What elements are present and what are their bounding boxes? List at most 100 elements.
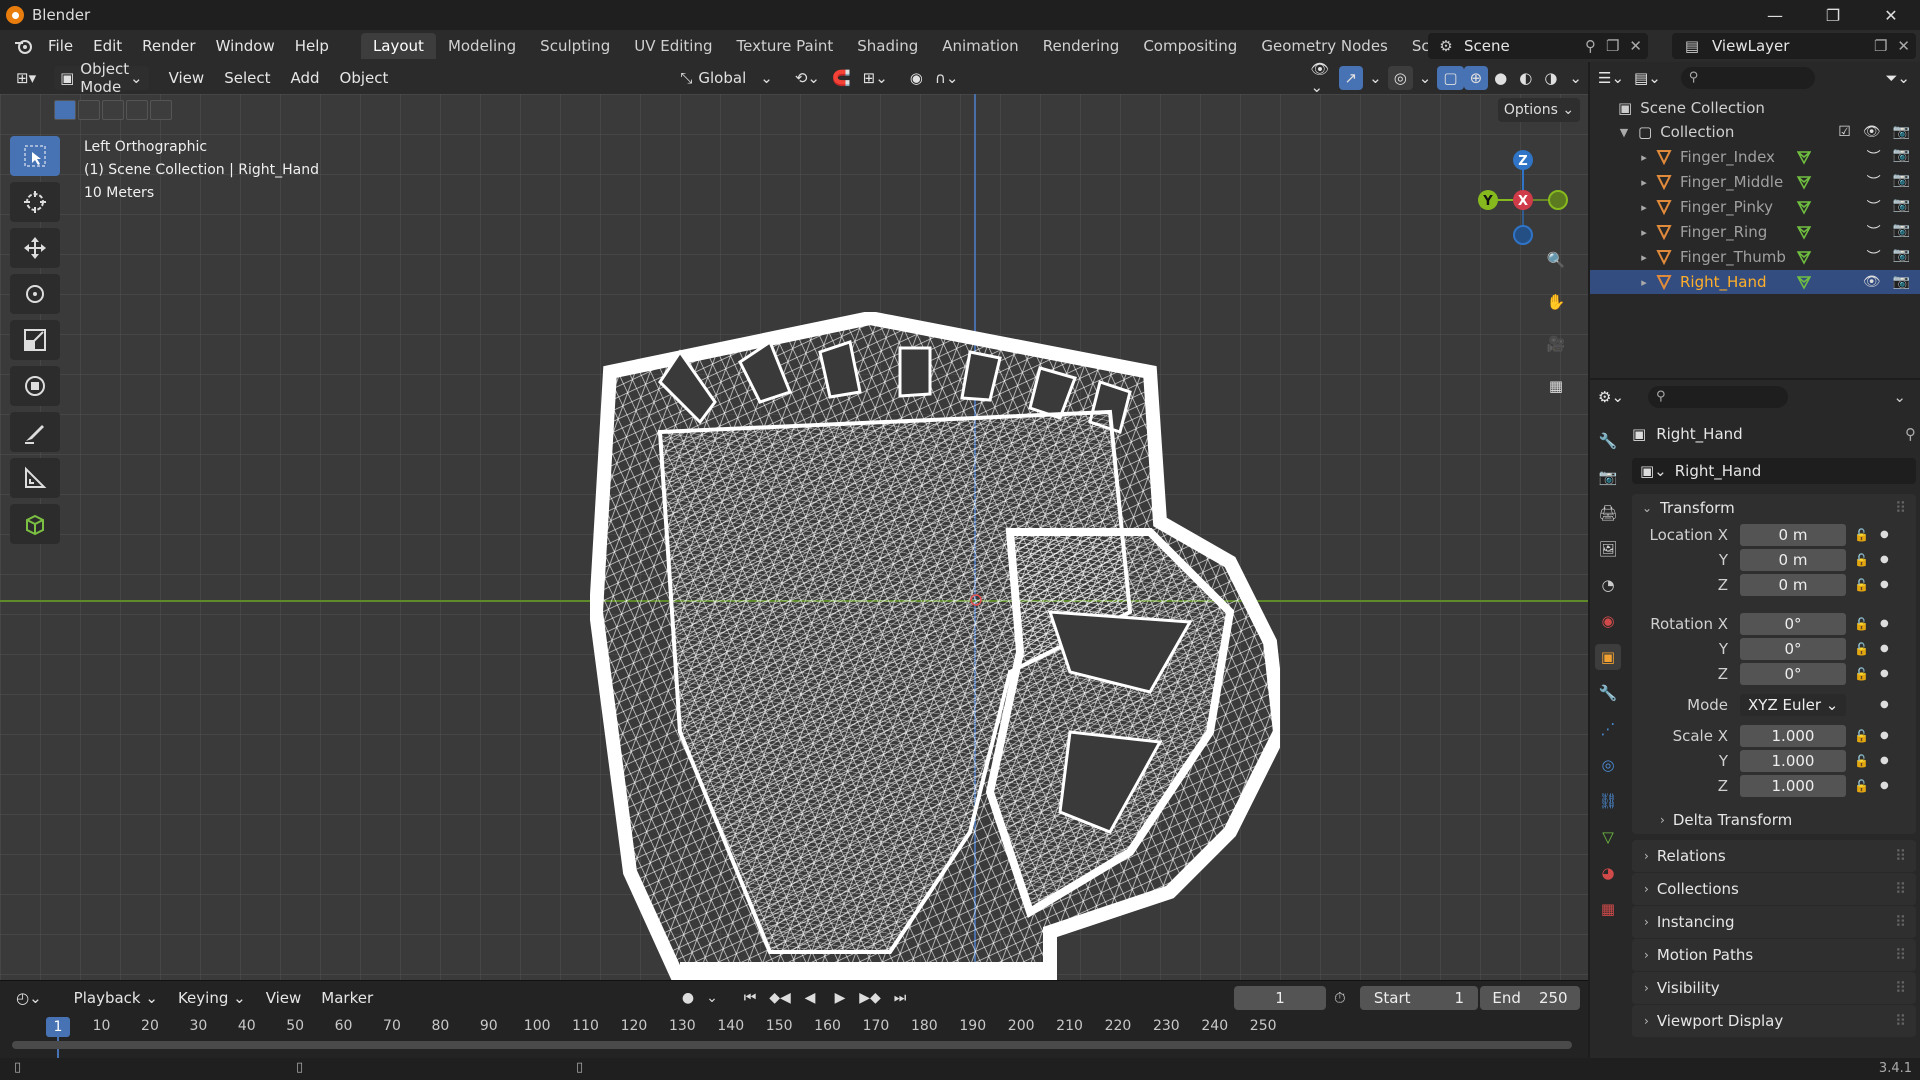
lock-icon[interactable]: 🔓 [1854, 779, 1874, 793]
modifier-tab-icon[interactable]: 🔧 [1595, 680, 1621, 706]
playhead[interactable]: 1 [46, 1017, 70, 1037]
mesh-data-icon[interactable] [1796, 149, 1812, 165]
next-keyframe-icon[interactable]: ▶◆ [858, 987, 882, 1009]
timeline-editor-type-icon[interactable]: ◴⌄ [10, 986, 48, 1010]
properties-editor-type-icon[interactable]: ⚙⌄ [1598, 388, 1624, 406]
workspace-tab-compositing[interactable]: Compositing [1131, 33, 1249, 59]
drag-handle-icon[interactable]: ⠿ [1895, 979, 1906, 997]
end-frame-field[interactable]: End 250 [1480, 986, 1580, 1010]
keyframe-dot-icon[interactable]: ● [1880, 554, 1890, 565]
outliner-item-right-hand[interactable]: ▸ Right_Hand 👁 📷 [1590, 270, 1920, 294]
drag-handle-icon[interactable]: ⠿ [1895, 847, 1906, 865]
viewport-menu-object[interactable]: Object [330, 62, 399, 94]
material-tab-icon[interactable]: ◕ [1595, 860, 1621, 886]
view-layer-tab-icon[interactable]: 🖼 [1595, 536, 1621, 562]
outliner-collection[interactable]: ▼ ▢ Collection ☑ 👁 📷 [1590, 120, 1920, 144]
pivot-point-icon[interactable]: ⟲⌄ [789, 66, 826, 90]
transform-orientation[interactable]: ⤡ Global ⌄ [674, 66, 778, 90]
outliner-item-finger-ring[interactable]: ▸ Finger_Ring ︶ 📷 [1590, 220, 1920, 244]
expand-triangle-icon[interactable]: ▸ [1636, 251, 1652, 264]
display-mode-icon[interactable]: ▤⌄ [1634, 69, 1661, 87]
keyframe-dot-icon[interactable]: ● [1880, 579, 1890, 590]
play-icon[interactable]: ▶ [828, 987, 852, 1009]
workspace-tab-sculpting[interactable]: Sculpting [528, 33, 622, 59]
jump-start-icon[interactable]: ⏮ [738, 987, 762, 1009]
workspace-tab-animation[interactable]: Animation [930, 33, 1030, 59]
lock-icon[interactable]: 🔓 [1854, 578, 1874, 592]
panel-viewport-display[interactable]: › Viewport Display ⠿ [1632, 1005, 1916, 1038]
workspace-tab-uv-editing[interactable]: UV Editing [622, 33, 724, 59]
outliner-item-finger-middle[interactable]: ▸ Finger_Middle ︶ 📷 [1590, 170, 1920, 194]
keyframe-dot-icon[interactable]: ● [1880, 730, 1890, 741]
camera-icon[interactable]: 📷 [1893, 222, 1910, 242]
workspace-tab-modeling[interactable]: Modeling [436, 33, 528, 59]
outliner-editor-type-icon[interactable]: ☰⌄ [1598, 69, 1624, 87]
prev-keyframe-icon[interactable]: ◆◀ [768, 987, 792, 1009]
mesh-data-icon[interactable] [1796, 199, 1812, 215]
timeline-menu-marker[interactable]: Marker [311, 982, 383, 1014]
rotate-tool[interactable] [10, 274, 60, 314]
3d-viewport[interactable]: ⊞▾ ▣ Object Mode ⌄ View Select Add Objec… [0, 62, 1588, 980]
timeline-menu-playback[interactable]: Playback ⌄ [64, 982, 168, 1014]
outliner-search-input[interactable]: ⚲ [1680, 67, 1815, 89]
outliner[interactable]: ☰⌄ ▤⌄ ⚲ ⏷⌄ ▣ Scene Collection ▼ ▢ Collec… [1590, 62, 1920, 378]
data-tab-icon[interactable]: ▽ [1595, 824, 1621, 850]
menu-file[interactable]: File [38, 30, 83, 62]
exclude-checkbox-icon[interactable]: ☑ [1838, 124, 1851, 140]
panel-relations[interactable]: › Relations ⠿ [1632, 840, 1916, 873]
lock-icon[interactable]: 🔓 [1854, 553, 1874, 567]
blender-menu-icon[interactable] [8, 34, 38, 58]
drag-handle-icon[interactable]: ⠿ [1895, 1012, 1906, 1030]
workspace-tab-rendering[interactable]: Rendering [1031, 33, 1132, 59]
jump-end-icon[interactable]: ⏭ [888, 987, 912, 1009]
particles-tab-icon[interactable]: ⋰ [1595, 716, 1621, 742]
lock-icon[interactable]: 🔓 [1854, 729, 1874, 743]
outliner-item-finger-pinky[interactable]: ▸ Finger_Pinky ︶ 📷 [1590, 195, 1920, 219]
panel-instancing[interactable]: › Instancing ⠿ [1632, 906, 1916, 939]
rotation-y-field[interactable]: 0° [1740, 637, 1846, 660]
expand-triangle-icon[interactable]: ▸ [1636, 226, 1652, 239]
select-new-icon[interactable] [54, 100, 76, 120]
view-layer-selector[interactable]: ▤ ViewLayer ❐ ✕ [1672, 33, 1916, 59]
menu-edit[interactable]: Edit [83, 30, 132, 62]
eye-closed-icon[interactable]: ︶ [1867, 197, 1881, 217]
scale-tool[interactable] [10, 320, 60, 360]
camera-icon[interactable]: 📷 [1893, 147, 1910, 167]
pan-hand-icon[interactable]: ✋ [1538, 286, 1574, 318]
panel-collections[interactable]: › Collections ⠿ [1632, 873, 1916, 906]
scale-x-field[interactable]: 1.000 [1740, 724, 1846, 747]
outliner-item-finger-thumb[interactable]: ▸ Finger_Thumb ︶ 📷 [1590, 245, 1920, 269]
keyframe-dot-icon[interactable]: ● [1880, 780, 1890, 791]
lock-icon[interactable]: 🔓 [1854, 528, 1874, 542]
timeline-menu-keying[interactable]: Keying ⌄ [168, 982, 256, 1014]
panel-visibility[interactable]: › Visibility ⠿ [1632, 972, 1916, 1005]
camera-icon[interactable]: 📷 [1893, 197, 1910, 217]
camera-icon[interactable]: 📷 [1893, 172, 1910, 192]
lock-icon[interactable]: 🔓 [1854, 617, 1874, 631]
keyframe-dot-icon[interactable]: ● [1880, 529, 1890, 540]
hand-mesh-wireframe[interactable] [590, 312, 1280, 980]
gizmo-menu-icon[interactable]: ⌄ [1363, 66, 1388, 90]
outliner-item-finger-index[interactable]: ▸ Finger_Index ︶ 📷 [1590, 145, 1920, 169]
keyframe-dot-icon[interactable]: ● [1880, 668, 1890, 679]
close-icon[interactable]: ✕ [1862, 0, 1920, 30]
tool-tab-icon[interactable]: 🔧 [1595, 428, 1621, 454]
gizmo-neg-z-axis[interactable] [1513, 225, 1533, 245]
start-frame-field[interactable]: Start 1 [1360, 986, 1478, 1010]
render-tab-icon[interactable]: 📷 [1595, 464, 1621, 490]
select-subtract-icon[interactable] [102, 100, 124, 120]
snap-icon[interactable]: 🧲 [826, 66, 857, 90]
shading-menu-icon[interactable]: ⌄ [1563, 66, 1588, 90]
physics-tab-icon[interactable]: ◎ [1595, 752, 1621, 778]
timeline-menu-view[interactable]: View [256, 982, 312, 1014]
xray-toggle-icon[interactable]: ▢ [1437, 66, 1464, 90]
options-dropdown[interactable]: Options ⌄ [1498, 98, 1580, 122]
transform-panel-header[interactable]: ⌄ Transform ⠿ [1632, 494, 1916, 522]
workspace-tab-geometry-nodes[interactable]: Geometry Nodes [1249, 33, 1400, 59]
drag-handle-icon[interactable]: ⠿ [1895, 499, 1906, 517]
workspace-tab-shading[interactable]: Shading [845, 33, 930, 59]
eye-closed-icon[interactable]: ︶ [1867, 222, 1881, 242]
eye-closed-icon[interactable]: ︶ [1867, 172, 1881, 192]
select-invert-icon[interactable] [126, 100, 148, 120]
select-intersect-icon[interactable] [150, 100, 172, 120]
